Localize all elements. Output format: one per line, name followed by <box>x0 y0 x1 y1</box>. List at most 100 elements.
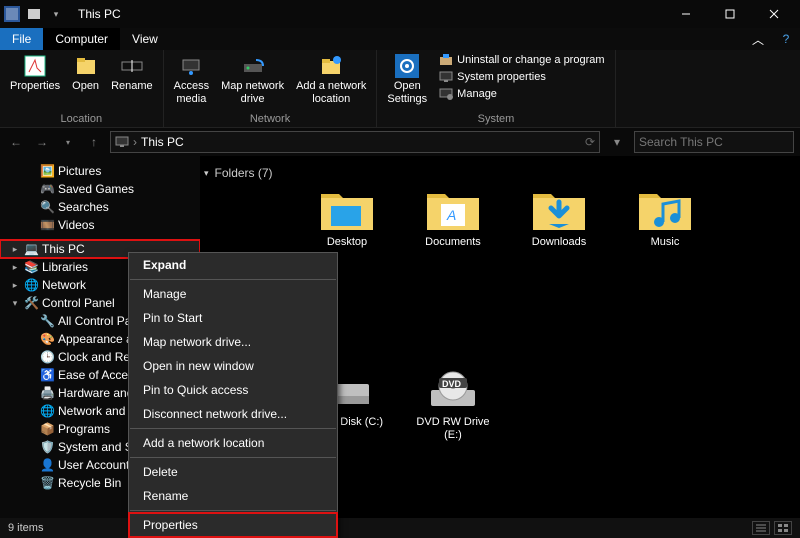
folder-icon: A <box>425 188 481 232</box>
open-button[interactable]: Open <box>68 52 103 111</box>
minimize-button[interactable] <box>664 0 708 28</box>
access-media-button[interactable]: Access media <box>170 52 213 111</box>
address-input[interactable]: › This PC ⟳ <box>110 131 600 153</box>
properties-label: Properties <box>10 80 60 93</box>
separator <box>130 428 336 429</box>
quick-access-toolbar: ▾ <box>4 6 64 22</box>
address-path: This PC <box>141 135 184 149</box>
dvd-icon: DVD <box>425 368 481 412</box>
ctx-properties[interactable]: Properties <box>129 513 337 537</box>
status-bar: 9 items <box>0 518 800 538</box>
users-icon: 👤 <box>40 458 54 472</box>
group-label-location: Location <box>6 111 157 127</box>
ribbon-group-network: Access media Map network drive Add a net… <box>164 50 378 127</box>
uninstall-button[interactable]: Uninstall or change a program <box>435 52 608 68</box>
item-desktop[interactable]: Desktop <box>308 188 386 248</box>
ctx-map-drive[interactable]: Map network drive... <box>129 330 337 354</box>
manage-label: Manage <box>457 88 497 101</box>
item-downloads[interactable]: Downloads <box>520 188 598 248</box>
searches-icon: 🔍 <box>40 200 54 214</box>
add-location-label: Add a network location <box>296 80 366 105</box>
status-text: 9 items <box>8 522 43 534</box>
chevron-down-icon: ▾ <box>204 168 209 179</box>
network-icon: 🌐 <box>24 278 38 292</box>
saved-games-icon: 🎮 <box>40 182 54 196</box>
folder-icon <box>637 188 693 232</box>
system-icon: 🛡️ <box>40 440 54 454</box>
manage-button[interactable]: Manage <box>435 86 608 102</box>
svg-text:A: A <box>446 207 456 223</box>
pc-icon: 💻 <box>24 242 38 256</box>
close-button[interactable] <box>752 0 796 28</box>
ctx-expand[interactable]: Expand <box>129 253 337 277</box>
context-menu: Expand Manage Pin to Start Map network d… <box>128 252 338 538</box>
ctx-pin-start[interactable]: Pin to Start <box>129 306 337 330</box>
window-title: This PC <box>78 7 121 21</box>
rename-button[interactable]: Rename <box>107 52 157 111</box>
ctx-delete[interactable]: Delete <box>129 460 337 484</box>
maximize-button[interactable] <box>708 0 752 28</box>
help-icon[interactable]: ? <box>772 28 800 50</box>
ribbon-group-system: Open Settings Uninstall or change a prog… <box>377 50 615 127</box>
control-panel-icon: 🛠️ <box>24 296 38 310</box>
tree-videos[interactable]: 🎞️Videos <box>0 216 200 234</box>
search-input[interactable]: Search This PC <box>634 131 794 153</box>
tree-searches[interactable]: 🔍Searches <box>0 198 200 216</box>
ribbon-tabs: File Computer View ︿ ? <box>0 28 800 50</box>
access-media-label: Access media <box>174 80 209 105</box>
qa-icon[interactable] <box>26 6 42 22</box>
libraries-icon: 📚 <box>24 260 38 274</box>
tree-pictures[interactable]: 🖼️Pictures <box>0 162 200 180</box>
ctx-manage[interactable]: Manage <box>129 282 337 306</box>
ctx-disconnect[interactable]: Disconnect network drive... <box>129 402 337 426</box>
ctx-rename[interactable]: Rename <box>129 484 337 508</box>
view-details-button[interactable] <box>752 521 770 535</box>
sysprops-label: System properties <box>457 71 546 84</box>
open-settings-button[interactable]: Open Settings <box>383 52 431 111</box>
ctx-pin-qa[interactable]: Pin to Quick access <box>129 378 337 402</box>
view-icons-button[interactable] <box>774 521 792 535</box>
group-label-system: System <box>383 111 608 127</box>
open-label: Open <box>72 80 99 93</box>
ease-icon: ♿ <box>40 368 54 382</box>
uninstall-label: Uninstall or change a program <box>457 54 604 67</box>
clock-icon: 🕒 <box>40 350 54 364</box>
tab-computer[interactable]: Computer <box>43 28 120 50</box>
map-drive-button[interactable]: Map network drive <box>217 52 288 111</box>
sysprops-button[interactable]: System properties <box>435 69 608 85</box>
recycle-icon: 🗑️ <box>40 476 54 490</box>
folder-icon <box>531 188 587 232</box>
refresh-button[interactable]: ▾ <box>606 135 628 149</box>
hardware-icon: 🖨️ <box>40 386 54 400</box>
folders-header[interactable]: ▾Folders (7) <box>202 162 798 184</box>
separator <box>130 457 336 458</box>
ribbon: Properties Open Rename Location Access m… <box>0 50 800 128</box>
tab-file[interactable]: File <box>0 28 43 50</box>
address-bar: ← → ▾ ↑ › This PC ⟳ ▾ Search This PC <box>0 128 800 156</box>
pc-icon <box>115 135 129 149</box>
tab-view[interactable]: View <box>120 28 170 50</box>
title-bar: ▾ This PC <box>0 0 800 28</box>
item-dvd-drive[interactable]: DVD DVD RW Drive (E:) <box>414 368 492 442</box>
ribbon-group-location: Properties Open Rename Location <box>0 50 164 127</box>
nav-forward-button[interactable]: → <box>32 132 52 152</box>
ctx-new-window[interactable]: Open in new window <box>129 354 337 378</box>
folder-icon <box>319 188 375 232</box>
nav-recent-button[interactable]: ▾ <box>58 132 78 152</box>
separator <box>130 279 336 280</box>
item-music[interactable]: Music <box>626 188 704 248</box>
group-label-network: Network <box>170 111 371 127</box>
add-location-button[interactable]: Add a network location <box>292 52 370 111</box>
open-settings-label: Open Settings <box>387 80 427 105</box>
qa-dropdown-icon[interactable]: ▾ <box>48 6 64 22</box>
nav-back-button[interactable]: ← <box>6 132 26 152</box>
properties-button[interactable]: Properties <box>6 52 64 111</box>
separator <box>130 510 336 511</box>
map-drive-label: Map network drive <box>221 80 284 105</box>
tree-saved-games[interactable]: 🎮Saved Games <box>0 180 200 198</box>
ribbon-collapse-icon[interactable]: ︿ <box>744 28 772 50</box>
nav-up-button[interactable]: ↑ <box>84 132 104 152</box>
item-documents[interactable]: A Documents <box>414 188 492 248</box>
net-icon: 🌐 <box>40 404 54 418</box>
ctx-add-location[interactable]: Add a network location <box>129 431 337 455</box>
